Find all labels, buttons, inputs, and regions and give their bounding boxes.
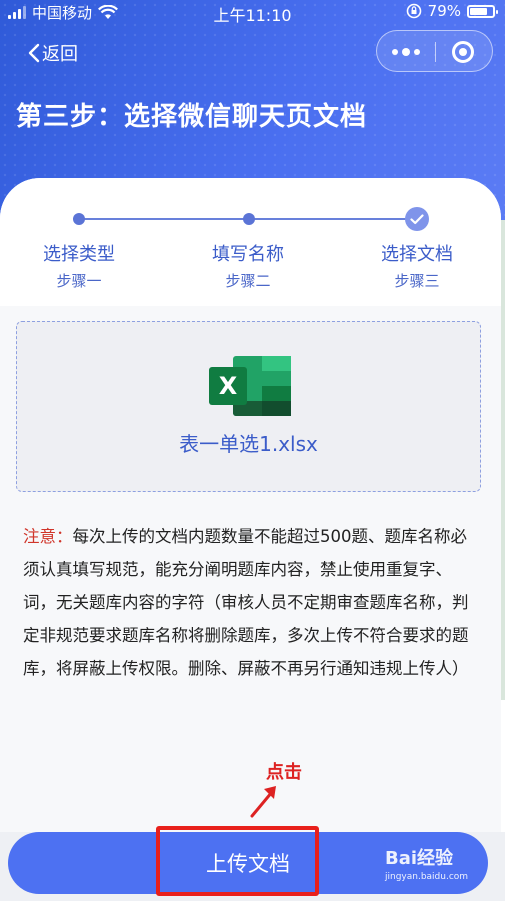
excel-letter: X — [219, 372, 238, 400]
page-edge-strip — [501, 220, 505, 700]
step-label-1: 选择类型 — [43, 244, 115, 265]
step-dot-1 — [73, 213, 85, 225]
step-connector-2 — [249, 218, 417, 220]
back-label: 返回 — [42, 44, 78, 65]
step-dot-2 — [243, 213, 255, 225]
notice-label: 注意： — [23, 527, 73, 546]
step-label-2: 填写名称 — [212, 244, 284, 265]
step-indicator: 选择类型 填写名称 选择文档 步骤一 步骤二 步骤三 — [0, 178, 501, 306]
excel-file-icon: X — [209, 356, 291, 416]
capsule-divider — [435, 42, 436, 62]
orientation-lock-icon — [406, 3, 421, 19]
close-miniprogram-icon[interactable] — [452, 41, 474, 63]
step-sub-2: 步骤二 — [225, 272, 271, 290]
annotation-highlight-box — [156, 826, 319, 896]
notice-body: 每次上传的文档内题数量不能超过500题、题库名称必须认真填写规范，能充分阐明题库… — [23, 527, 469, 678]
back-button[interactable]: 返回 — [28, 40, 78, 66]
selected-file-box[interactable]: X 表一单选1.xlsx — [16, 321, 481, 492]
step-sub-1: 步骤一 — [56, 272, 102, 290]
battery-percent: 79% — [427, 2, 461, 20]
baidu-watermark: Bai经验 jingyan.baidu.com — [385, 844, 468, 882]
page-title: 第三步：选择微信聊天页文档 — [16, 102, 368, 132]
step-sub-3: 步骤三 — [394, 272, 440, 290]
miniprogram-capsule — [376, 30, 493, 72]
more-options-icon[interactable] — [391, 41, 421, 63]
status-right: 79% — [406, 2, 498, 20]
step-connector-1 — [79, 218, 249, 220]
chevron-left-icon — [28, 43, 40, 63]
annotation-arrow-icon — [250, 786, 276, 818]
status-bar: 中国移动 上午11:10 79% — [0, 0, 505, 25]
notice-text: 注意：每次上传的文档内题数量不能超过500题、题库名称必须认真填写规范，能充分阐… — [23, 520, 483, 685]
step-label-3: 选择文档 — [381, 244, 453, 265]
battery-level — [470, 7, 488, 15]
watermark-url: jingyan.baidu.com — [385, 872, 469, 882]
battery-icon — [467, 4, 498, 18]
step-check-icon — [405, 207, 429, 231]
file-name: 表一单选1.xlsx — [179, 432, 318, 456]
watermark-brand: Bai经验 — [385, 848, 454, 869]
